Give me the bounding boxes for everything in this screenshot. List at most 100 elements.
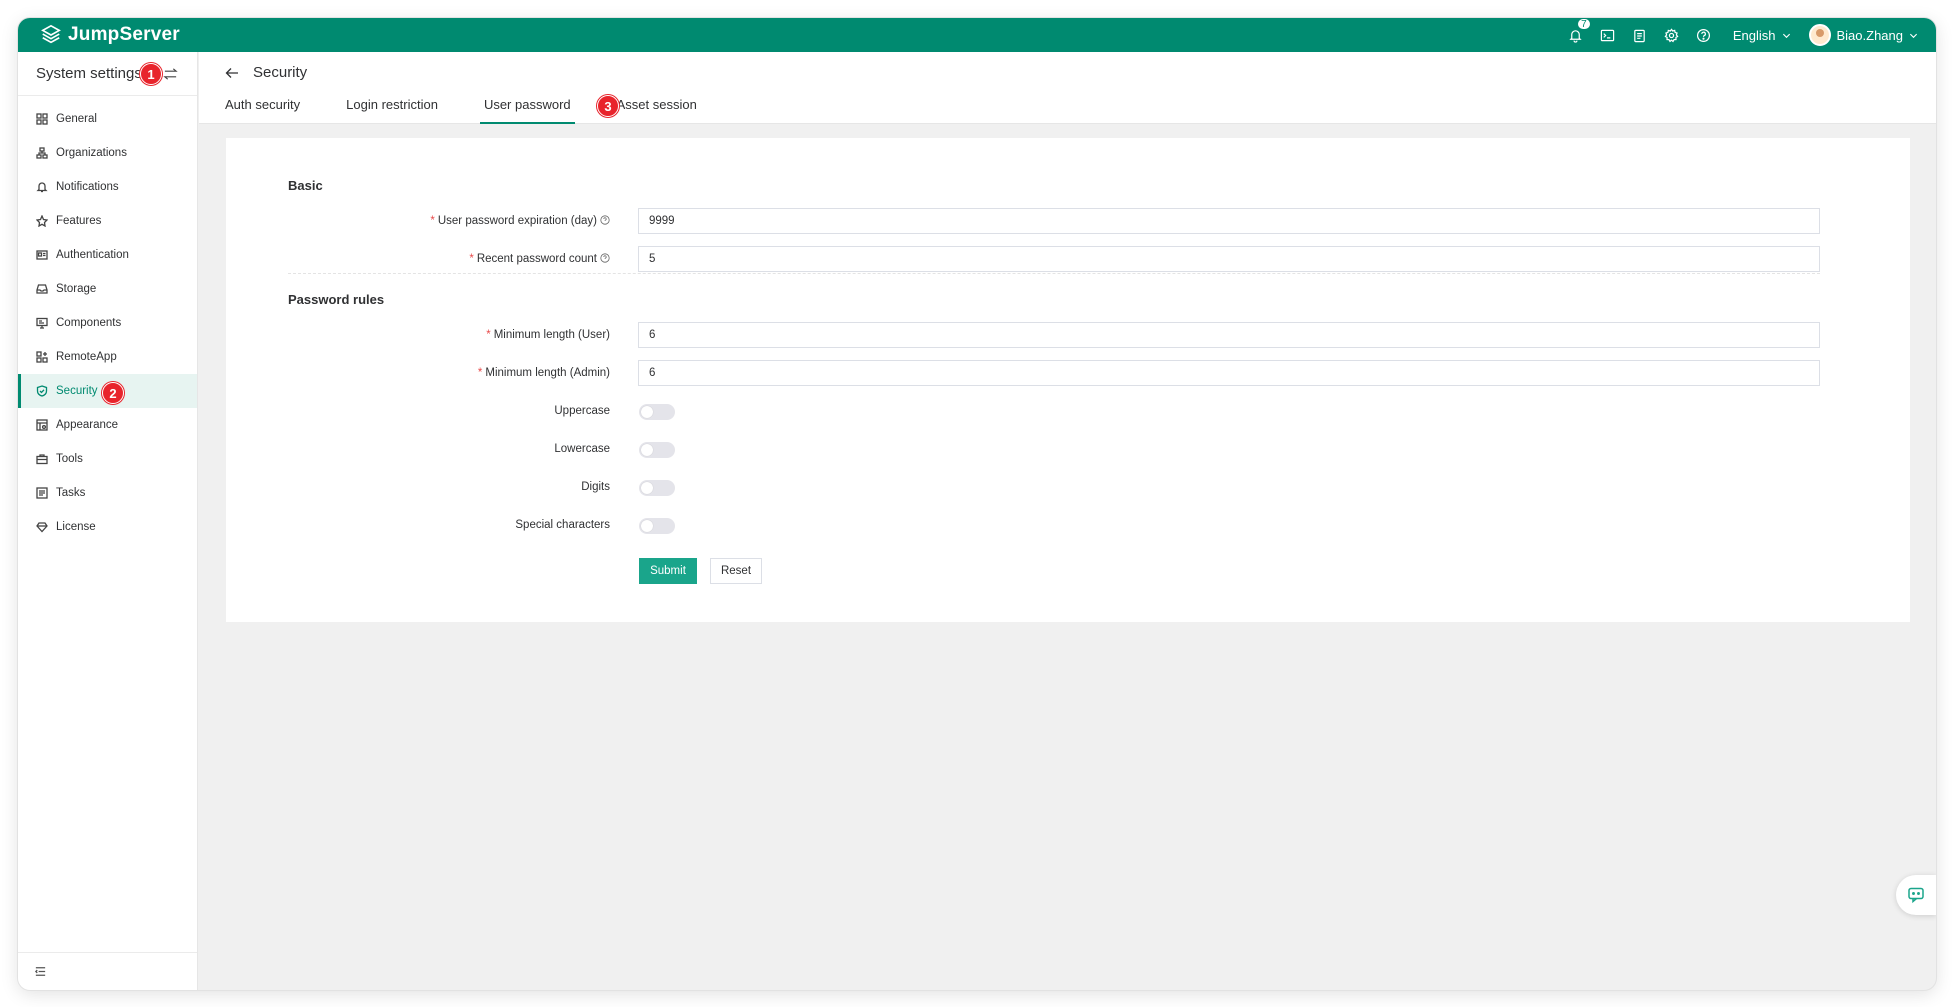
required-mark: * [430, 215, 435, 227]
notification-count-badge: 7 [1576, 18, 1591, 30]
sidebar-item-general[interactable]: General [18, 102, 197, 136]
sidebar-item-label: Authentication [56, 249, 129, 261]
section-title-password-rules: Password rules [288, 292, 385, 307]
sidebar-item-label: Tools [56, 453, 83, 465]
sidebar-collapse-button[interactable] [18, 952, 197, 990]
password-expiration-input[interactable]: 9999 [638, 208, 1820, 234]
digits-toggle[interactable] [639, 480, 675, 496]
tab-asset-session[interactable]: Asset session [617, 92, 697, 124]
min-length-user-label: Minimum length (User) [493, 329, 610, 341]
uppercase-label: Uppercase [554, 405, 610, 417]
form-row-digits: Digits [226, 474, 1910, 500]
sidebar-item-label: Notifications [56, 181, 119, 193]
jumpserver-logo-icon [41, 24, 61, 44]
user-name: Biao.Zhang [1836, 27, 1904, 43]
tickets-button[interactable] [1625, 18, 1655, 52]
terminal-icon [1601, 29, 1615, 41]
lowercase-toggle[interactable] [639, 442, 675, 458]
menu-fold-icon [34, 967, 46, 976]
question-circle-icon[interactable] [600, 215, 610, 225]
form-row-min-length-user: * Minimum length (User) 6 [226, 322, 1910, 348]
sidebar-item-label: Security [56, 385, 98, 397]
sidebar-item-organizations[interactable]: Organizations [18, 136, 197, 170]
language-selector[interactable]: English [1733, 28, 1791, 43]
required-mark: * [486, 329, 491, 341]
tab-login-restriction[interactable]: Login restriction [346, 92, 438, 124]
arrow-left-icon[interactable] [225, 66, 239, 80]
sidebar-item-label: General [56, 113, 97, 125]
sidebar-item-label: RemoteApp [56, 351, 117, 363]
expiration-label: User password expiration (day) [437, 215, 597, 227]
sidebar-item-authentication[interactable]: Authentication [18, 238, 197, 272]
sidebar-item-label: Appearance [56, 419, 119, 431]
sidebar-item-appearance[interactable]: Appearance [18, 408, 197, 442]
form-label: * Recent password count [270, 246, 610, 272]
min-length-user-input[interactable]: 6 [638, 322, 1820, 348]
sidebar-item-label: Tasks [56, 487, 86, 499]
recent-password-count-input[interactable]: 5 [638, 246, 1820, 272]
clipboard-icon [1634, 29, 1646, 42]
id-card-icon [36, 250, 48, 260]
page-header: Security Auth security Login restriction… [199, 52, 1936, 124]
notifications-button[interactable]: 7 [1561, 18, 1591, 52]
tab-user-password[interactable]: User password [479, 92, 575, 124]
question-circle-icon[interactable] [600, 253, 610, 263]
top-navbar: JumpServer 7 English Biao.Zhang [18, 18, 1936, 52]
form-row-uppercase: Uppercase [226, 398, 1910, 424]
sidebar-item-label: Components [56, 317, 122, 329]
user-password-settings-card: Basic * User password expiration (day) 99… [226, 138, 1910, 622]
avatar [1808, 24, 1831, 46]
sidebar-item-license[interactable]: License [18, 510, 197, 544]
top-actions: 7 English Biao.Zhang [1559, 18, 1918, 52]
user-menu[interactable]: Biao.Zhang [1808, 24, 1919, 46]
web-terminal-button[interactable] [1593, 18, 1623, 52]
special-characters-label: Special characters [515, 519, 610, 531]
uppercase-toggle[interactable] [639, 404, 675, 420]
chat-bubble-icon [1908, 887, 1924, 904]
min-length-admin-input[interactable]: 6 [638, 360, 1820, 386]
submit-button[interactable]: Submit [639, 558, 697, 584]
diamond-icon [36, 522, 48, 533]
required-mark: * [469, 253, 474, 265]
form-row-special-characters: Special characters [226, 512, 1910, 538]
sidebar-item-storage[interactable]: Storage [18, 272, 197, 306]
tab-auth-security[interactable]: Auth security [225, 92, 300, 124]
required-mark: * [477, 367, 483, 379]
sidebar-item-tools[interactable]: Tools [18, 442, 197, 476]
brand-logo[interactable]: JumpServer [40, 24, 180, 46]
sidebar-menu: General Organizations Notifications Feat… [18, 96, 197, 544]
settings-button[interactable] [1657, 18, 1687, 52]
special-characters-toggle[interactable] [639, 518, 675, 534]
form-label: * User password expiration (day) [270, 208, 610, 234]
sidebar-item-remoteapp[interactable]: RemoteApp [18, 340, 197, 374]
brand-name: JumpServer [68, 24, 180, 45]
form-row-min-length-admin: * Minimum length (Admin) 6 [226, 360, 1910, 386]
digits-label: Digits [581, 481, 610, 493]
chevron-down-icon [1909, 33, 1918, 38]
sidebar-item-notifications[interactable]: Notifications [18, 170, 197, 204]
chevron-down-icon [1782, 33, 1790, 38]
form-row-expiration: * User password expiration (day) 9999 [226, 208, 1910, 234]
reset-button[interactable]: Reset [710, 558, 762, 584]
sidebar-item-label: Features [56, 215, 102, 227]
sidebar-item-label: License [56, 521, 96, 533]
org-icon [36, 147, 48, 159]
callout-marker-1: 1 [140, 63, 162, 85]
sidebar: System settings General Organizations No… [18, 52, 198, 990]
help-button[interactable] [1689, 18, 1719, 52]
apps-icon [36, 351, 48, 363]
settings-tabs: Auth security Login restriction User pas… [225, 92, 743, 124]
section-title-basic: Basic [288, 178, 323, 193]
swap-icon[interactable] [163, 67, 178, 81]
sidebar-item-tasks[interactable]: Tasks [18, 476, 197, 510]
sidebar-item-features[interactable]: Features [18, 204, 197, 238]
page-title-row: Security [225, 64, 307, 81]
chat-assistant-button[interactable] [1896, 875, 1936, 915]
shield-icon [36, 385, 48, 397]
form-row-recent-count: * Recent password count 5 [226, 246, 1910, 272]
lowercase-label: Lowercase [554, 443, 610, 455]
language-label: English [1732, 27, 1776, 43]
callout-marker-3: 3 [597, 95, 619, 117]
sidebar-title: System settings [36, 65, 142, 82]
sidebar-item-components[interactable]: Components [18, 306, 197, 340]
